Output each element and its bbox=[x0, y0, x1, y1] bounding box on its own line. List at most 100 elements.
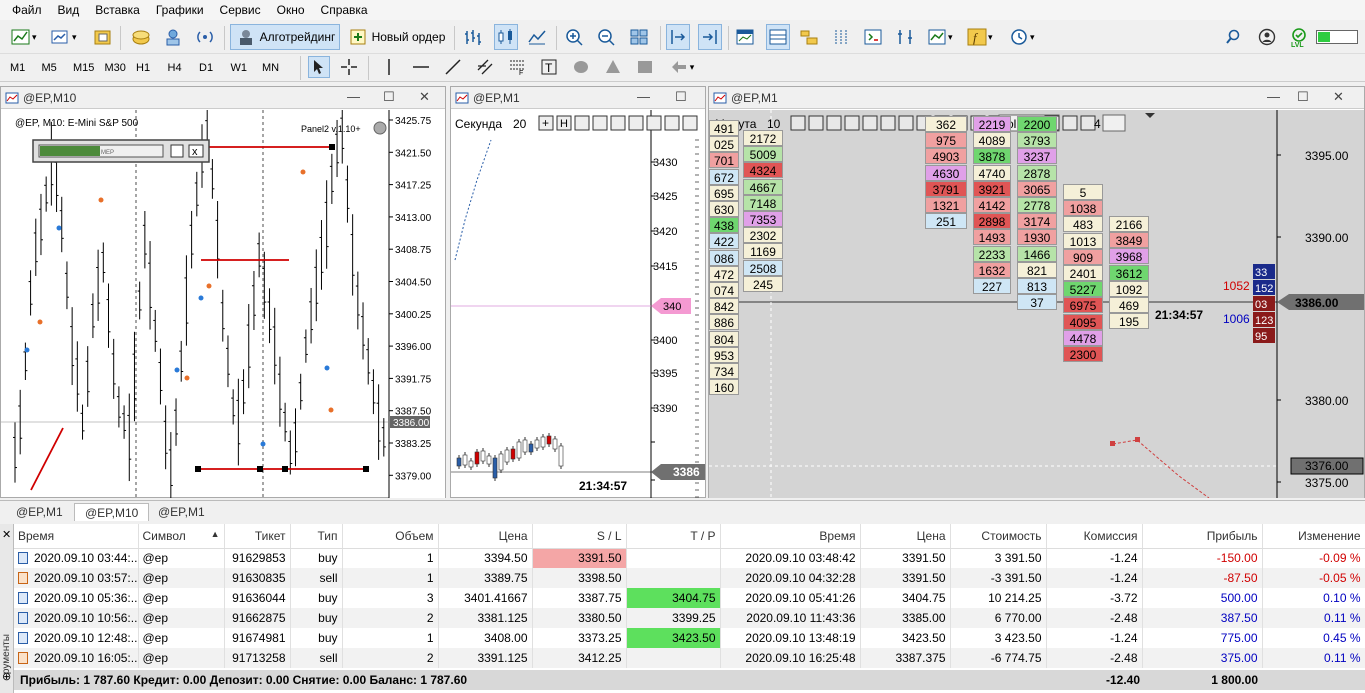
timeframe-h4[interactable]: H4 bbox=[168, 60, 182, 76]
footprint-chart[interactable]: 3395.00 3390.00 3380.00 3375.00 3386.00 3376.… bbox=[709, 110, 1364, 498]
close-icon[interactable]: ✕ bbox=[2, 528, 11, 541]
vertical-line-button[interactable] bbox=[378, 56, 400, 78]
tester-button[interactable] bbox=[894, 24, 916, 50]
chart-tool-button[interactable] bbox=[808, 115, 824, 131]
timeframe-h1[interactable]: H1 bbox=[136, 60, 150, 76]
navigator-button[interactable] bbox=[162, 24, 184, 50]
minimize-button[interactable]: — bbox=[637, 89, 650, 104]
chart-tool-button[interactable] bbox=[628, 115, 644, 131]
new-order-button[interactable]: Новый ордер bbox=[344, 24, 448, 50]
ellipse-tool-button[interactable] bbox=[570, 56, 592, 78]
mini-widget-close[interactable]: x bbox=[192, 146, 198, 158]
maximize-button[interactable]: ☐ bbox=[383, 89, 395, 105]
table-row[interactable]: 2020.09.10 05:36:... @ep 91636044 buy 3 3401.… bbox=[14, 588, 1365, 608]
text-tool-button[interactable]: T bbox=[538, 56, 560, 78]
more-tools-button[interactable]: ▾ bbox=[666, 56, 696, 78]
column-header[interactable]: Комиссия bbox=[1046, 524, 1143, 549]
chart-tool-button[interactable] bbox=[592, 115, 608, 131]
table-row[interactable]: 2020.09.10 12:48:... @ep 91674981 buy 1 3408.… bbox=[14, 628, 1365, 648]
timeframe-m15[interactable]: M15 bbox=[73, 60, 94, 76]
column-header[interactable]: Время bbox=[720, 524, 861, 549]
table-row[interactable]: 2020.09.10 03:44:... @ep 91629853 buy 1 3394.… bbox=[14, 548, 1365, 568]
chart-tool-button[interactable] bbox=[682, 115, 698, 131]
timeframe-w1[interactable]: W1 bbox=[231, 60, 248, 76]
trendline-button[interactable] bbox=[442, 56, 464, 78]
menu-3[interactable]: Графики bbox=[148, 0, 212, 20]
market-watch-button[interactable] bbox=[130, 24, 152, 50]
price-chart-m10[interactable]: 3425.75 3421.50 3417.25 3413.00 3408.75 3404.… bbox=[1, 110, 445, 498]
zoom-in-button[interactable] bbox=[564, 24, 586, 50]
fibonacci-button[interactable]: F bbox=[506, 56, 528, 78]
close-button[interactable]: ✕ bbox=[1333, 89, 1344, 105]
timeframe-m1[interactable]: M1 bbox=[10, 60, 25, 76]
column-header[interactable]: Цена bbox=[860, 524, 951, 549]
chart-tool-button[interactable] bbox=[826, 115, 842, 131]
column-header[interactable]: Тип bbox=[290, 524, 343, 549]
cursor-tool-button[interactable] bbox=[308, 56, 330, 78]
rectangle-tool-button[interactable] bbox=[634, 56, 656, 78]
chart-window-m1-footprint[interactable]: @EP,M1 — ☐ ✕ 3395.00 3390.00 3380.00 3375.0… bbox=[708, 86, 1365, 498]
vol-stepper[interactable] bbox=[1102, 114, 1126, 132]
chart-window-m10[interactable]: @EP,M10 — ☐ ✕ 3425.75 3421.50 3417.25 3413.… bbox=[0, 86, 446, 498]
column-header[interactable]: Время bbox=[14, 524, 139, 549]
table-row[interactable]: 2020.09.10 16:05:... @ep 91713258 sell 2 3391… bbox=[14, 648, 1365, 668]
chart-tab-0[interactable]: @EP,M1 bbox=[6, 503, 73, 521]
expert-icon[interactable] bbox=[373, 121, 387, 135]
maximize-button[interactable]: ☐ bbox=[1297, 89, 1309, 105]
navigator-panel-button[interactable] bbox=[798, 24, 820, 50]
profiles-button[interactable]: ▾ bbox=[50, 24, 77, 50]
tile-windows-button[interactable] bbox=[628, 24, 650, 50]
chart-tool-button[interactable] bbox=[646, 115, 662, 131]
chart-tool-button[interactable] bbox=[898, 115, 914, 131]
period-separators-button[interactable] bbox=[830, 24, 852, 50]
column-header[interactable]: Тикет bbox=[224, 524, 291, 549]
minimize-button[interactable]: — bbox=[347, 89, 360, 104]
minimize-button[interactable]: — bbox=[1267, 89, 1280, 104]
chart-window-m1-a[interactable]: @EP,M1 — ☐ 3430 3425 3420 3415 3400 3395 3390 3… bbox=[450, 86, 706, 498]
chart-tool-button[interactable] bbox=[880, 115, 896, 131]
chart-tool-button[interactable] bbox=[1062, 115, 1078, 131]
algo-trading-button[interactable]: Алготрейдинг bbox=[230, 24, 340, 50]
clock-button[interactable]: ▾ bbox=[1008, 24, 1035, 50]
menu-6[interactable]: Справка bbox=[313, 0, 376, 20]
horizontal-line-button[interactable] bbox=[410, 56, 432, 78]
chart-tool-button[interactable] bbox=[610, 115, 626, 131]
search-button[interactable] bbox=[1222, 24, 1244, 50]
table-row[interactable]: 2020.09.10 10:56:... @ep 91662875 buy 2 3381.… bbox=[14, 608, 1365, 628]
templates-button[interactable]: ▾ bbox=[926, 24, 953, 50]
timeframe-m30[interactable]: M30 bbox=[105, 60, 126, 76]
chart-tool-button[interactable] bbox=[844, 115, 860, 131]
menu-5[interactable]: Окно bbox=[269, 0, 313, 20]
indicators-window-button[interactable] bbox=[734, 24, 756, 50]
strategy-tester-button[interactable] bbox=[92, 24, 114, 50]
table-row[interactable]: 2020.09.10 03:57:... @ep 91630835 sell 1 3389… bbox=[14, 568, 1365, 588]
chart-shift-button[interactable] bbox=[698, 24, 722, 50]
candle-chart-button[interactable] bbox=[494, 24, 518, 50]
column-header[interactable]: Объем bbox=[342, 524, 439, 549]
timeframe-m5[interactable]: M5 bbox=[42, 60, 57, 76]
connection-button[interactable]: LVL bbox=[1288, 24, 1310, 50]
chart-tool-button[interactable] bbox=[790, 115, 806, 131]
triangle-tool-button[interactable] bbox=[602, 56, 624, 78]
chart-tab-2[interactable]: @EP,M1 bbox=[148, 503, 215, 521]
zoom-out-button[interactable] bbox=[596, 24, 618, 50]
close-button[interactable]: ✕ bbox=[419, 89, 430, 105]
chart-tab-1[interactable]: @EP,M10 bbox=[74, 503, 150, 521]
new-chart-button[interactable]: ▾ bbox=[10, 24, 37, 50]
chart-tool-button[interactable] bbox=[862, 115, 878, 131]
menu-2[interactable]: Вставка bbox=[87, 0, 148, 20]
timeframe-d1[interactable]: D1 bbox=[199, 60, 213, 76]
bar-chart-button[interactable] bbox=[462, 24, 484, 50]
chart-tool-button[interactable] bbox=[574, 115, 590, 131]
column-header[interactable]: S / L bbox=[532, 524, 627, 549]
maximize-button[interactable]: ☐ bbox=[675, 89, 687, 105]
signals-button[interactable] bbox=[194, 24, 216, 50]
menu-0[interactable]: Файл bbox=[4, 0, 50, 20]
column-header[interactable]: Цена bbox=[438, 524, 533, 549]
data-window-button[interactable] bbox=[766, 24, 790, 50]
terminal-button[interactable] bbox=[862, 24, 884, 50]
menu-4[interactable]: Сервис bbox=[212, 0, 269, 20]
column-header[interactable]: T / P bbox=[626, 524, 721, 549]
autoscroll-button[interactable] bbox=[666, 24, 690, 50]
column-header[interactable]: Символ ▲ bbox=[138, 524, 225, 549]
